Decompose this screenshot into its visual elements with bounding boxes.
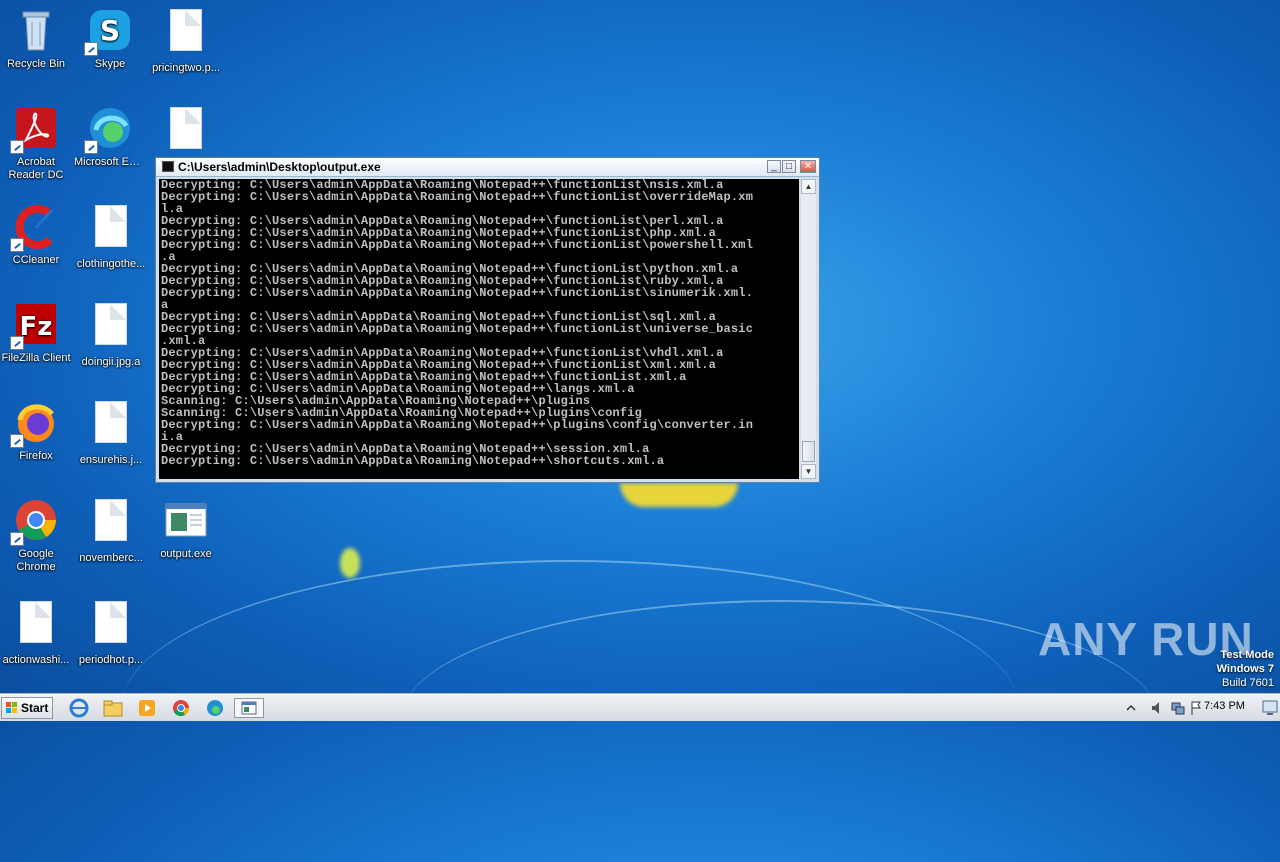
- desktop-icon-pricingtwo[interactable]: pricingtwo.p...: [150, 6, 222, 75]
- desktop-icon-label: Skype: [94, 58, 126, 70]
- show-desktop-icon[interactable]: [1262, 699, 1278, 719]
- vertical-scrollbar[interactable]: ▲ ▼: [801, 179, 816, 479]
- desktop-icon-periodhot[interactable]: periodhot.p...: [75, 598, 147, 667]
- recycle-bin-icon: [12, 6, 60, 54]
- media-player-icon[interactable]: [136, 698, 158, 718]
- desktop-icon-label: Acrobat Reader DC: [8, 156, 64, 181]
- file-icon: [87, 304, 135, 352]
- scrollbar-thumb[interactable]: [802, 441, 815, 462]
- build-label: Build 7601: [1222, 677, 1274, 689]
- file-icon: [162, 10, 210, 58]
- desktop-icon-label: actionwashi...: [2, 654, 70, 666]
- shortcut-arrow-icon: [10, 140, 24, 154]
- window-titlebar[interactable]: C:\Users\admin\Desktop\output.exe _ □ ✕: [156, 158, 819, 177]
- desktop-icon-label: Google Chrome: [16, 548, 56, 573]
- desktop-icon-recycle-bin[interactable]: Recycle Bin: [0, 6, 72, 71]
- desktop-icon-file[interactable]: [150, 104, 222, 160]
- desktop-icon-output-exe[interactable]: output.exe: [150, 496, 222, 561]
- desktop-icon-ccleaner[interactable]: CCleaner: [0, 202, 72, 267]
- application-icon: [162, 496, 210, 544]
- desktop-icon-label: pricingtwo.p...: [152, 62, 220, 74]
- shortcut-arrow-icon: [84, 42, 98, 56]
- os-label: Windows 7: [1216, 663, 1274, 675]
- acrobat-icon: [10, 104, 60, 154]
- wallpaper-sprout: [340, 548, 360, 578]
- wallpaper-flower: [620, 483, 738, 507]
- desktop-icon-novemberc[interactable]: novemberc...: [75, 496, 147, 565]
- console-window[interactable]: C:\Users\admin\Desktop\output.exe _ □ ✕ …: [155, 157, 820, 483]
- desktop-icon-label: Firefox: [19, 450, 53, 462]
- shortcut-arrow-icon: [10, 532, 24, 546]
- desktop-icon-label: output.exe: [160, 548, 212, 560]
- start-label: Start: [21, 701, 49, 715]
- chrome-icon[interactable]: [170, 698, 192, 718]
- firefox-icon: [10, 398, 60, 448]
- chrome-icon: [10, 496, 60, 546]
- desktop-icon-label: CCleaner: [12, 254, 60, 266]
- volume-icon[interactable]: [1150, 700, 1166, 720]
- windows-logo-icon: [6, 702, 18, 714]
- desktop-icon-label: ensurehis.j...: [79, 454, 143, 466]
- maximize-button[interactable]: □: [782, 160, 796, 173]
- edge-icon: [84, 104, 134, 154]
- file-icon: [87, 402, 135, 450]
- scroll-down-icon[interactable]: ▼: [801, 464, 816, 479]
- desktop-icon-label: Recycle Bin: [6, 58, 66, 70]
- desktop-icon-label: doingii.jpg.a: [81, 356, 141, 368]
- shortcut-arrow-icon: [84, 140, 98, 154]
- svg-text:S: S: [100, 14, 120, 47]
- skype-icon: S: [84, 6, 134, 56]
- file-icon: [87, 602, 135, 650]
- file-icon: [162, 108, 210, 156]
- desktop-icon-clothingothe[interactable]: clothingothe...: [75, 202, 147, 271]
- minimize-button[interactable]: _: [767, 160, 781, 173]
- file-icon: [87, 500, 135, 548]
- desktop-icon-label: clothingothe...: [76, 258, 146, 270]
- scroll-up-icon[interactable]: ▲: [801, 179, 816, 194]
- clock[interactable]: 7:43 PM: [1204, 700, 1245, 712]
- window-title: C:\Users\admin\Desktop\output.exe: [178, 160, 381, 174]
- desktop-icon-firefox[interactable]: Firefox: [0, 398, 72, 463]
- ccleaner-icon: [10, 202, 60, 252]
- shortcut-arrow-icon: [10, 238, 24, 252]
- taskbar: Start 7:43 PM: [0, 694, 1280, 721]
- desktop-icon-ensurehis[interactable]: ensurehis.j...: [75, 398, 147, 467]
- desktop-icon-doingii[interactable]: doingii.jpg.a: [75, 300, 147, 369]
- svg-text:Fz: Fz: [20, 312, 53, 342]
- file-icon: [12, 602, 60, 650]
- explorer-icon[interactable]: [102, 698, 124, 718]
- desktop-icon-actionwashi[interactable]: actionwashi...: [0, 598, 72, 667]
- test-mode-notice: Test Mode Windows 7 Build 7601: [1217, 648, 1274, 690]
- desktop-icon-chrome[interactable]: Google Chrome: [0, 496, 72, 574]
- console-taskbar-button[interactable]: [234, 698, 264, 718]
- edge-icon[interactable]: [204, 698, 226, 718]
- desktop-icon-skype[interactable]: S Skype: [74, 6, 146, 71]
- ie-icon[interactable]: [68, 698, 90, 718]
- tray-expand-icon[interactable]: [1124, 701, 1138, 721]
- shortcut-arrow-icon: [10, 434, 24, 448]
- start-button[interactable]: Start: [1, 697, 53, 719]
- file-icon: [87, 206, 135, 254]
- console-output-text: Decrypting: C:\Users\admin\AppData\Roami…: [161, 179, 754, 468]
- network-icon[interactable]: [1170, 700, 1186, 720]
- console-output-area[interactable]: Decrypting: C:\Users\admin\AppData\Roami…: [159, 179, 799, 479]
- filezilla-icon: Fz: [10, 300, 60, 350]
- desktop-icon-label: Microsoft Edge: [74, 156, 146, 168]
- shortcut-arrow-icon: [10, 336, 24, 350]
- action-center-flag-icon[interactable]: [1190, 700, 1202, 720]
- test-mode-label: Test Mode: [1220, 649, 1274, 661]
- desktop-icon-acrobat[interactable]: Acrobat Reader DC: [0, 104, 72, 182]
- console-icon: [162, 161, 174, 172]
- close-button[interactable]: ✕: [800, 160, 816, 173]
- desktop-icon-label: FileZilla Client: [1, 352, 71, 364]
- desktop-icon-label: periodhot.p...: [78, 654, 144, 666]
- desktop-icon-filezilla[interactable]: Fz FileZilla Client: [0, 300, 72, 365]
- desktop-icon-label: novemberc...: [79, 552, 143, 564]
- desktop-icon-edge[interactable]: Microsoft Edge: [74, 104, 146, 169]
